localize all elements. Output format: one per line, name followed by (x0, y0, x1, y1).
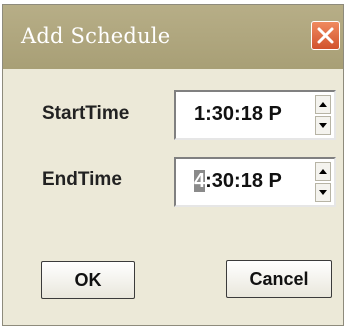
close-icon (317, 27, 334, 44)
ok-button[interactable]: OK (41, 261, 135, 299)
end-time-text: :30:18 P (205, 170, 282, 192)
start-spin-up-button[interactable] (315, 95, 331, 114)
cancel-button[interactable]: Cancel (226, 260, 332, 298)
spin-down-icon (319, 190, 327, 195)
end-time-label: EndTime (42, 169, 122, 190)
start-time-text: 1:30:18 P (194, 103, 282, 125)
title-bar[interactable]: Add Schedule (3, 5, 343, 69)
window-title: Add Schedule (21, 24, 171, 48)
end-spin-up-button[interactable] (315, 162, 331, 181)
start-time-label: StartTime (42, 103, 130, 124)
end-time-value[interactable]: 4:30:18 P (194, 170, 282, 193)
start-time-value[interactable]: 1:30:18 P (194, 103, 282, 126)
spin-up-icon (319, 169, 327, 174)
end-time-spinner[interactable] (315, 162, 331, 202)
start-spin-down-button[interactable] (315, 116, 331, 135)
end-spin-down-button[interactable] (315, 183, 331, 202)
spin-down-icon (319, 123, 327, 128)
close-button[interactable] (311, 21, 340, 50)
start-time-spinner[interactable] (315, 95, 331, 135)
start-time-picker[interactable]: 1:30:18 P (174, 90, 336, 140)
end-time-selected-hour[interactable]: 4 (194, 170, 206, 192)
end-time-picker[interactable]: 4:30:18 P (174, 157, 336, 207)
spin-up-icon (319, 102, 327, 107)
add-schedule-dialog: Add Schedule StartTime 1:30:18 P EndTime… (2, 4, 344, 326)
